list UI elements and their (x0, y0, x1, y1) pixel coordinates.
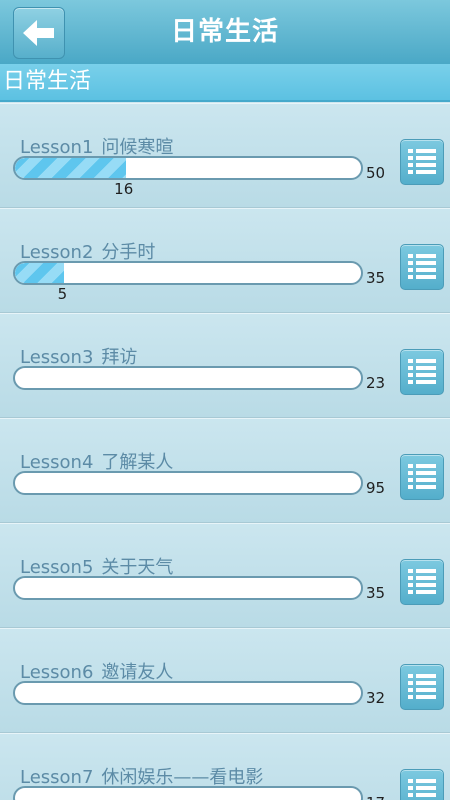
list-icon (408, 254, 436, 279)
lesson-number: Lesson5 (20, 557, 94, 578)
lesson-name: 了解某人 (101, 452, 174, 473)
progress-fill (15, 158, 126, 178)
list-icon (408, 779, 436, 797)
list-icon (408, 359, 436, 384)
lesson-number: Lesson7 (20, 767, 94, 788)
section-header: 日常生活 (0, 64, 450, 102)
list-icon (408, 464, 436, 489)
progress-count: 16 (114, 180, 134, 198)
lesson-name: 邀请友人 (101, 662, 174, 683)
progress-bar (13, 366, 363, 390)
lesson-number: Lesson1 (20, 137, 94, 158)
progress-bar (13, 261, 363, 285)
lesson-list-button[interactable] (400, 454, 444, 500)
total-count: 17 (366, 794, 385, 800)
lesson-name: 分手时 (101, 242, 156, 263)
lesson-list-button[interactable] (400, 769, 444, 800)
progress-fill (15, 263, 65, 283)
progress-bar (13, 681, 363, 705)
lesson-list[interactable]: Lesson1 问候寒暄 16 50 Lesson2 分手时 5 35 Less… (0, 103, 450, 800)
lesson-row[interactable]: Lesson1 问候寒暄 16 50 (0, 103, 450, 208)
lesson-name: 关于天气 (101, 557, 174, 578)
lesson-row[interactable]: Lesson5关于天气 0 35 (0, 523, 450, 628)
lesson-name: 拜访 (101, 347, 138, 368)
progress-bar (13, 471, 363, 495)
lesson-list-button[interactable] (400, 664, 444, 710)
list-icon (408, 569, 436, 594)
lesson-row[interactable]: Lesson3拜访 0 23 (0, 313, 450, 418)
lesson-number: Lesson3 (20, 347, 94, 368)
total-count: 35 (366, 584, 386, 602)
lesson-number: Lesson4 (20, 452, 94, 473)
lesson-number: Lesson6 (20, 662, 94, 683)
total-count: 95 (366, 479, 386, 497)
progress-count: 5 (57, 285, 68, 303)
total-count: 50 (366, 164, 386, 182)
list-icon (408, 149, 436, 174)
lesson-number: Lesson2 (20, 242, 94, 263)
lesson-list-button[interactable] (400, 244, 444, 290)
lesson-list-button[interactable] (400, 349, 444, 395)
top-bar: 日常生活 (0, 0, 450, 65)
section-title: 日常生活 (3, 69, 92, 94)
lesson-row[interactable]: Lesson4了解某人 0 95 (0, 418, 450, 523)
progress-bar (13, 156, 363, 180)
lesson-list-button[interactable] (400, 559, 444, 605)
page-title: 日常生活 (170, 17, 279, 47)
progress-bar (13, 786, 363, 800)
lesson-row[interactable]: Lesson6邀请友人 0 32 (0, 628, 450, 733)
progress-bar (13, 576, 363, 600)
lesson-row[interactable]: Lesson2 分手时 5 35 (0, 208, 450, 313)
lesson-name: 问候寒暄 (101, 137, 174, 158)
lesson-row[interactable]: Lesson7休闲娱乐——看电影 0 17 (0, 733, 450, 800)
list-icon (408, 674, 436, 699)
lesson-list-button[interactable] (400, 139, 444, 185)
total-count: 32 (366, 689, 386, 707)
total-count: 35 (366, 269, 386, 287)
lesson-name: 休闲娱乐——看电影 (101, 767, 264, 788)
total-count: 23 (366, 374, 386, 392)
